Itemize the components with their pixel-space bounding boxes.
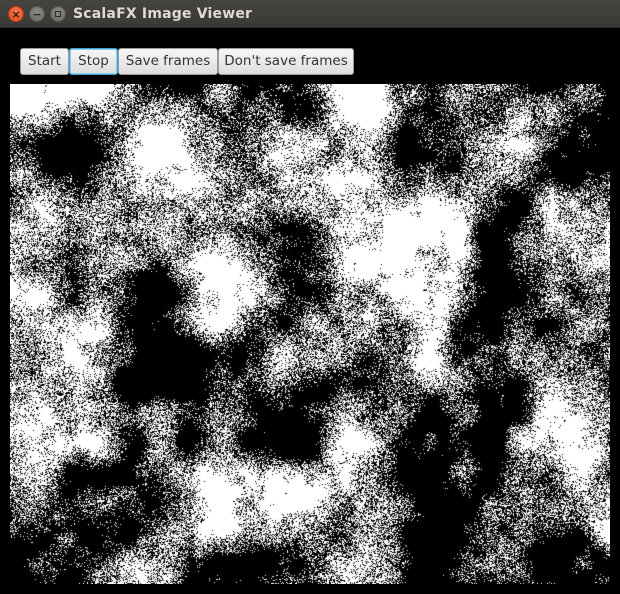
save-frames-button[interactable]: Save frames [118,48,218,75]
simulation-image [10,84,610,584]
stop-button[interactable]: Stop [69,48,118,75]
window-title: ScalaFX Image Viewer [73,6,253,22]
title-bar: × − ScalaFX Image Viewer [0,0,620,28]
image-view [10,84,610,584]
close-window-button[interactable]: × [8,6,24,22]
dont-save-frames-button[interactable]: Don't save frames [218,48,354,75]
maximize-window-button[interactable] [50,6,66,22]
toolbar: Start Stop Save frames Don't save frames [20,48,354,75]
close-icon: × [11,7,21,21]
maximize-icon [55,11,61,17]
minimize-icon: − [32,7,42,21]
minimize-window-button[interactable]: − [29,6,45,22]
start-button[interactable]: Start [20,48,69,75]
app-window: × − ScalaFX Image Viewer Start Stop Save… [0,0,620,594]
